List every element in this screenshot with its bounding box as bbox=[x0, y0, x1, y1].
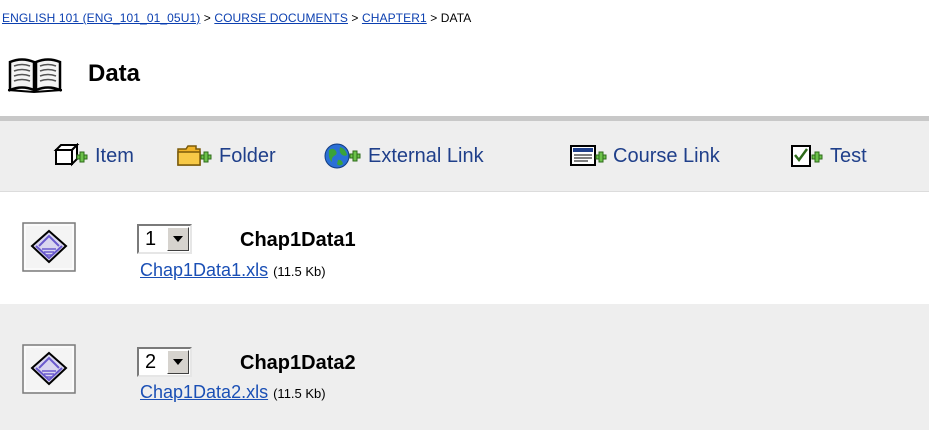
add-test-button[interactable]: Test bbox=[789, 121, 867, 191]
order-select[interactable]: 1 bbox=[137, 224, 192, 254]
breadcrumb-separator: > bbox=[203, 11, 215, 25]
breadcrumb: ENGLISH 101 (ENG_101_01_05U1) > COURSE D… bbox=[0, 0, 929, 36]
book-icon bbox=[7, 58, 63, 94]
add-course-link-label: Course Link bbox=[613, 144, 720, 167]
chevron-down-icon[interactable] bbox=[167, 350, 189, 374]
file-attachment: Chap1Data1.xls (11.5 Kb) bbox=[140, 258, 326, 284]
content-item-row: 2 Chap1Data2 Chap1Data2.xls (11.5 Kb) bbox=[0, 304, 929, 430]
add-item-label: Item bbox=[95, 144, 134, 167]
breadcrumb-chapter-link[interactable]: CHAPTER1 bbox=[362, 11, 427, 25]
breadcrumb-separator: > bbox=[430, 11, 441, 25]
add-test-label: Test bbox=[830, 144, 867, 167]
globe-icon bbox=[324, 143, 361, 169]
order-select-value: 1 bbox=[145, 228, 157, 250]
course-link-icon bbox=[570, 145, 607, 166]
file-attachment: Chap1Data2.xls (11.5 Kb) bbox=[140, 380, 326, 406]
file-link[interactable]: Chap1Data1.xls bbox=[140, 260, 268, 280]
breadcrumb-separator: > bbox=[351, 11, 362, 25]
file-link[interactable]: Chap1Data2.xls bbox=[140, 382, 268, 402]
breadcrumb-course-link[interactable]: ENGLISH 101 (ENG_101_01_05U1) bbox=[2, 11, 200, 25]
page-title: Data bbox=[88, 60, 141, 87]
folder-icon bbox=[177, 145, 212, 166]
add-item-icon bbox=[53, 143, 88, 167]
add-external-link-button[interactable]: External Link bbox=[323, 121, 484, 191]
chevron-down-icon[interactable] bbox=[167, 227, 189, 251]
file-item-icon bbox=[22, 344, 76, 394]
file-size: (11.5 Kb) bbox=[273, 264, 326, 279]
add-external-link-label: External Link bbox=[368, 144, 484, 167]
test-checklist-icon bbox=[791, 145, 823, 167]
file-size: (11.5 Kb) bbox=[273, 386, 326, 401]
file-item-icon bbox=[22, 222, 76, 272]
breadcrumb-documents-link[interactable]: COURSE DOCUMENTS bbox=[214, 11, 348, 25]
content-item-row: 1 Chap1Data1 Chap1Data1.xls (11.5 Kb) bbox=[0, 192, 929, 304]
order-select[interactable]: 2 bbox=[137, 347, 192, 377]
add-folder-button[interactable]: Folder bbox=[176, 121, 276, 191]
page-header: Data bbox=[0, 54, 929, 98]
item-title: Chap1Data1 bbox=[240, 229, 356, 251]
breadcrumb-trail: ENGLISH 101 (ENG_101_01_05U1) > COURSE D… bbox=[2, 0, 471, 36]
add-course-link-button[interactable]: Course Link bbox=[568, 121, 720, 191]
content-toolbar: Item Folder External Link Course Link Te… bbox=[0, 121, 929, 192]
order-select-value: 2 bbox=[145, 351, 157, 373]
add-item-button[interactable]: Item bbox=[52, 121, 134, 191]
add-folder-label: Folder bbox=[219, 144, 276, 167]
breadcrumb-current: DATA bbox=[440, 11, 472, 25]
item-title: Chap1Data2 bbox=[240, 352, 356, 374]
